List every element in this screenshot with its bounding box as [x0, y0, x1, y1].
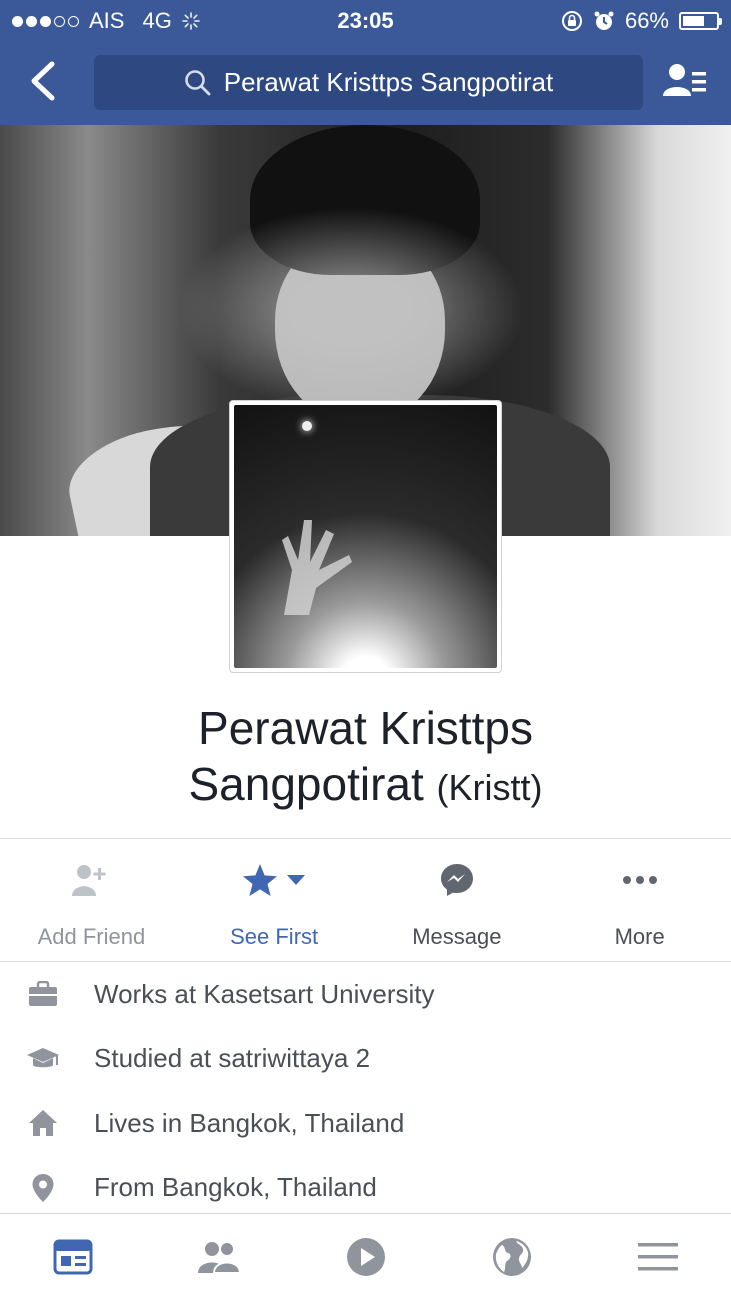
- info-row-from[interactable]: From Bangkok, Thailand: [0, 1156, 731, 1221]
- rotation-lock-icon: [561, 11, 582, 31]
- more-button[interactable]: More: [548, 840, 731, 960]
- profile-list-button[interactable]: [661, 60, 709, 104]
- tab-friends[interactable]: [146, 1214, 292, 1300]
- work-text: Works at Kasetsart University: [94, 978, 435, 1009]
- battery-percent: 66%: [624, 8, 669, 33]
- avatar: [234, 405, 497, 668]
- more-label: More: [614, 924, 665, 949]
- action-bar: Add Friend See First Message More: [0, 840, 731, 960]
- profile-name: Perawat Kristtps Sangpotirat (Kristt): [0, 700, 731, 816]
- tab-menu[interactable]: [585, 1214, 731, 1300]
- education-text: Studied at satriwittaya 2: [94, 1043, 371, 1074]
- intro-list: Works at Kasetsart University Studied at…: [0, 962, 731, 1220]
- status-bar: AIS 4G 23:05 66%: [0, 0, 731, 40]
- message-button[interactable]: Message: [366, 840, 549, 960]
- chevron-down-icon: [287, 875, 306, 885]
- info-row-work[interactable]: Works at Kasetsart University: [0, 962, 731, 1027]
- back-button[interactable]: [22, 56, 66, 106]
- search-icon: [184, 69, 211, 95]
- profile-picture[interactable]: [229, 400, 502, 673]
- from-text: From Bangkok, Thailand: [94, 1172, 377, 1203]
- lives-text: Lives in Bangkok, Thailand: [94, 1107, 405, 1138]
- nickname: (Kristt): [436, 767, 543, 808]
- graduation-cap-icon: [27, 1047, 59, 1067]
- tab-bar: [0, 1213, 731, 1300]
- briefcase-icon: [29, 981, 57, 1007]
- divider: [0, 838, 731, 839]
- location-pin-icon: [32, 1173, 54, 1202]
- tab-notifications[interactable]: [439, 1214, 585, 1300]
- search-bar[interactable]: Perawat Kristtps Sangpotirat: [94, 55, 643, 110]
- info-row-lives[interactable]: Lives in Bangkok, Thailand: [0, 1091, 731, 1156]
- add-friend-button[interactable]: Add Friend: [0, 840, 183, 960]
- search-query: Perawat Kristtps Sangpotirat: [223, 67, 554, 97]
- alarm-icon: [594, 11, 614, 30]
- person-list-icon: [663, 64, 706, 96]
- message-label: Message: [412, 924, 502, 949]
- tab-video[interactable]: [292, 1214, 438, 1300]
- navigation-bar: Perawat Kristtps Sangpotirat: [0, 40, 731, 125]
- friends-icon: [198, 1241, 242, 1274]
- chevron-left-icon: [31, 61, 55, 101]
- globe-icon: [492, 1238, 531, 1276]
- home-icon: [29, 1110, 57, 1137]
- see-first-label: See First: [230, 924, 319, 949]
- name-line-1: Perawat Kristtps: [198, 702, 533, 754]
- battery-icon: [679, 12, 722, 30]
- star-icon: [243, 864, 278, 896]
- menu-icon: [637, 1243, 678, 1271]
- add-friend-label: Add Friend: [37, 924, 146, 949]
- messenger-icon: [440, 864, 473, 896]
- name-line-2: Sangpotirat: [188, 758, 424, 810]
- header: AIS 4G 23:05 66% Perawat Kristtps Sangpo…: [0, 0, 731, 125]
- news-feed-icon: [53, 1239, 93, 1275]
- tab-news-feed[interactable]: [0, 1214, 146, 1300]
- add-friend-icon: [72, 865, 106, 896]
- see-first-button[interactable]: See First: [183, 840, 366, 960]
- info-row-education[interactable]: Studied at satriwittaya 2: [0, 1027, 731, 1092]
- more-icon: [622, 876, 657, 884]
- video-icon: [346, 1238, 385, 1276]
